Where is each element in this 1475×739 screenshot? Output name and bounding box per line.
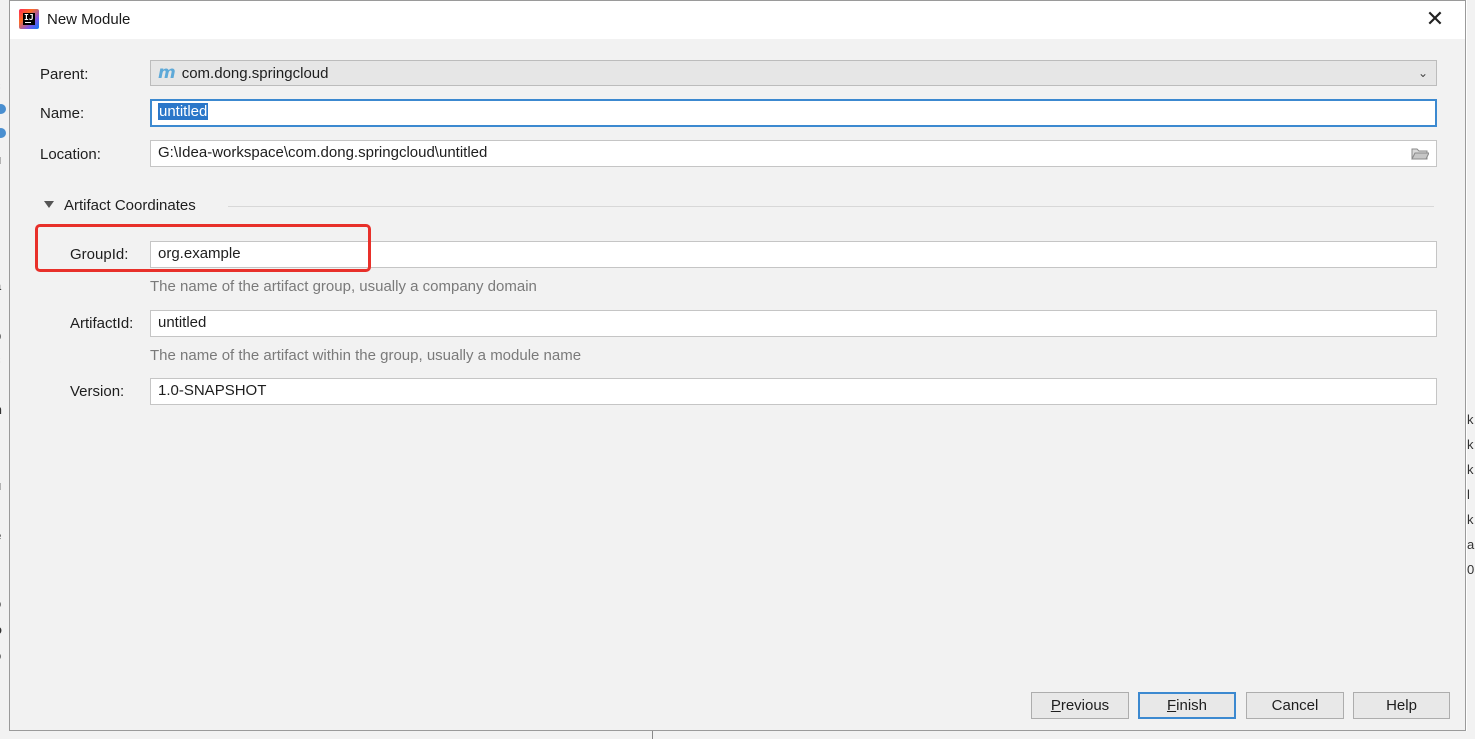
version-value: 1.0-SNAPSHOT (158, 382, 267, 399)
version-label: Version: (70, 383, 125, 400)
artifactid-label: ArtifactId: (70, 315, 134, 332)
artifactid-input[interactable]: untitled (150, 310, 1437, 337)
artifact-section-title: Artifact Coordinates (64, 197, 196, 214)
annotation-highlight-box (35, 224, 371, 272)
version-input[interactable]: 1.0-SNAPSHOT (150, 378, 1437, 405)
parent-combobox[interactable]: m com.dong.springcloud ⌄ (150, 60, 1437, 86)
artifact-coordinates-toggle[interactable]: Artifact Coordinates (44, 197, 196, 214)
folder-icon[interactable] (1411, 147, 1429, 160)
help-button[interactable]: Help (1353, 692, 1450, 719)
chevron-down-icon: ⌄ (1417, 66, 1428, 80)
background-ide-bottom (0, 731, 1475, 739)
groupid-hint: The name of the artifact group, usually … (150, 278, 537, 295)
name-input[interactable]: untitled (150, 99, 1437, 127)
artifactid-value: untitled (158, 314, 207, 331)
maven-module-icon: m (158, 63, 176, 83)
location-value: G:\Idea-workspace\com.dong.springcloud\u… (158, 144, 488, 161)
finish-button[interactable]: Finish (1138, 692, 1236, 719)
new-module-dialog: IJ New Module ✕ Parent: m com.dong.spring… (9, 0, 1466, 731)
intellij-app-icon: IJ (19, 9, 39, 29)
location-label: Location: (40, 146, 101, 163)
cancel-button[interactable]: Cancel (1246, 692, 1344, 719)
title-bar: IJ New Module ✕ (10, 1, 1465, 39)
background-divider (652, 731, 653, 739)
close-icon[interactable]: ✕ (1423, 7, 1447, 31)
name-value: untitled (158, 103, 209, 120)
previous-button[interactable]: Previous (1031, 692, 1129, 719)
collapse-triangle-icon (44, 201, 54, 208)
location-input[interactable]: G:\Idea-workspace\com.dong.springcloud\u… (150, 140, 1437, 167)
background-ide-right: k k k l k a 0 (1467, 0, 1475, 739)
background-ide-left: c u t a s p c n u e o o o (0, 0, 9, 739)
name-label: Name: (40, 105, 85, 122)
artifactid-hint: The name of the artifact within the grou… (150, 347, 582, 364)
dialog-title: New Module (47, 11, 131, 28)
section-divider (228, 206, 1434, 207)
parent-value: com.dong.springcloud (181, 65, 329, 82)
parent-label: Parent: (40, 66, 89, 83)
